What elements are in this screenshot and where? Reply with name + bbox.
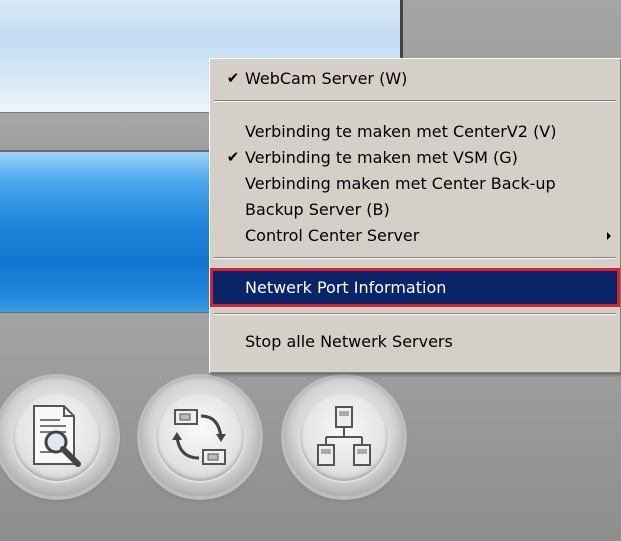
network-icon — [317, 406, 371, 466]
context-menu: ✔ WebCam Server (W) Verbinding te maken … — [209, 58, 621, 373]
checkmark-icon: ✔ — [226, 69, 240, 87]
menu-item-label: Control Center Server — [245, 226, 420, 245]
menu-item-label: Netwerk Port Information — [245, 278, 447, 297]
menu-item-label: Backup Server (B) — [245, 200, 390, 219]
menu-item-label: WebCam Server (W) — [245, 69, 408, 88]
menu-item-control-center-server[interactable]: Control Center Server — [213, 221, 617, 250]
sync-transfer-icon — [172, 409, 226, 465]
menu-item-connect-vsm[interactable]: ✔ Verbinding te maken met VSM (G) — [213, 143, 617, 172]
menu-item-stop-all-network-servers[interactable]: Stop alle Netwerk Servers — [213, 327, 617, 356]
menu-item-network-port-information[interactable]: Netwerk Port Information — [210, 268, 620, 307]
checkmark-icon: ✔ — [226, 148, 240, 166]
sync-transfer-button[interactable] — [141, 378, 259, 496]
menu-item-webcam-server[interactable]: ✔ WebCam Server (W) — [213, 64, 617, 93]
document-search-button[interactable] — [0, 378, 116, 496]
network-button[interactable] — [285, 378, 403, 496]
menu-separator — [214, 257, 616, 259]
menu-item-label: Stop alle Netwerk Servers — [245, 332, 453, 351]
menu-item-backup-server[interactable]: Backup Server (B) — [213, 195, 617, 224]
menu-separator — [214, 313, 616, 315]
document-search-icon — [33, 405, 81, 467]
menu-item-connect-centerv2[interactable]: Verbinding te maken met CenterV2 (V) — [213, 117, 617, 146]
menu-item-label: Verbinding te maken met CenterV2 (V) — [245, 122, 557, 141]
submenu-arrow-icon — [607, 232, 611, 240]
menu-item-connect-center-backup[interactable]: Verbinding maken met Center Back-up — [213, 169, 617, 198]
menu-separator — [214, 100, 616, 102]
menu-item-label: Verbinding maken met Center Back-up — [245, 174, 556, 193]
menu-item-label: Verbinding te maken met VSM (G) — [245, 148, 518, 167]
